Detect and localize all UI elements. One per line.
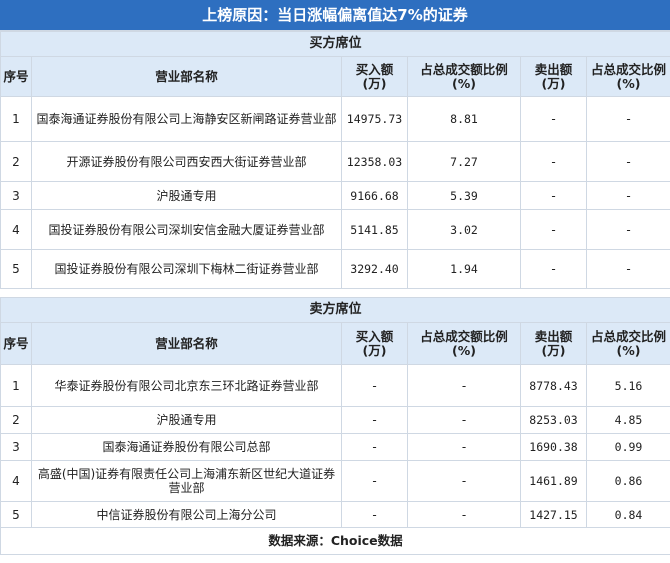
col-header-buy: 买入额(万) [341,56,408,97]
sell-amount: - [520,96,587,142]
buy-pct: 7.27 [407,141,521,182]
table-row: 2 沪股通专用 - - 8253.03 4.85 [0,406,670,434]
sell-pct: 5.16 [585,364,670,407]
broker-name: 国投证券股份有限公司深圳下梅林二街证券营业部 [31,249,342,289]
row-no: 2 [0,406,32,434]
sell-pct: 4.85 [585,406,670,434]
broker-name: 沪股通专用 [31,181,342,210]
broker-name: 沪股通专用 [31,406,342,434]
footer-row: 数据来源：Choice数据 [0,527,670,555]
row-no: 3 [0,181,32,210]
col-header-buy-pct: 占总成交额比例(%) [407,322,521,365]
table-row: 4 国投证券股份有限公司深圳安信金融大厦证券营业部 5141.85 3.02 -… [0,209,670,250]
col-header-no: 序号 [0,56,32,97]
table-row: 5 中信证券股份有限公司上海分公司 - - 1427.15 0.84 [0,501,670,528]
sell-column-header-row: 序号 营业部名称 买入额(万) 占总成交额比例(%) 卖出额(万) 占总成交比例… [0,322,670,365]
buy-section-header: 买方席位 [0,31,670,57]
buy-pct: - [407,501,521,528]
sell-amount: 8778.43 [520,364,587,407]
buy-amount: - [341,406,408,434]
sell-amount: - [520,181,587,210]
table-row: 4 高盛(中国)证券有限责任公司上海浦东新区世纪大道证券营业部 - - 1461… [0,460,670,502]
broker-name: 国投证券股份有限公司深圳安信金融大厦证券营业部 [31,209,342,250]
broker-name: 中信证券股份有限公司上海分公司 [31,501,342,528]
row-no: 2 [0,141,32,182]
col-header-sell-pct: 占总成交比例(%) [585,322,670,365]
sell-section-title: 卖方席位 [0,297,670,323]
sell-section-header: 卖方席位 [0,297,670,323]
broker-name: 国泰海通证券股份有限公司上海静安区新闸路证券营业部 [31,96,342,142]
sell-pct: - [585,141,670,182]
sell-amount: 8253.03 [520,406,587,434]
table-row: 3 沪股通专用 9166.68 5.39 - - [0,181,670,210]
data-source-note: 数据来源：Choice数据 [0,527,670,555]
col-header-sell: 卖出额(万) [520,322,587,365]
buy-amount: - [341,460,408,502]
sell-pct: - [585,209,670,250]
buy-seat-table: 买方席位 序号 营业部名称 买入额(万) 占总成交额比例(%) 卖出额(万) 占… [0,31,670,289]
col-header-sell-pct: 占总成交比例(%) [585,56,670,97]
sell-seat-table: 卖方席位 序号 营业部名称 买入额(万) 占总成交额比例(%) 卖出额(万) 占… [0,297,670,555]
buy-pct: 3.02 [407,209,521,250]
row-no: 4 [0,460,32,502]
sell-amount: - [520,141,587,182]
sell-pct: - [585,181,670,210]
table-row: 1 国泰海通证券股份有限公司上海静安区新闸路证券营业部 14975.73 8.8… [0,96,670,142]
broker-name: 高盛(中国)证券有限责任公司上海浦东新区世纪大道证券营业部 [31,460,342,502]
sell-amount: 1427.15 [520,501,587,528]
row-no: 3 [0,433,32,461]
table-row: 5 国投证券股份有限公司深圳下梅林二街证券营业部 3292.40 1.94 - … [0,249,670,289]
col-header-name: 营业部名称 [31,322,342,365]
broker-name: 国泰海通证券股份有限公司总部 [31,433,342,461]
table-row: 3 国泰海通证券股份有限公司总部 - - 1690.38 0.99 [0,433,670,461]
sell-pct: - [585,249,670,289]
buy-pct: 1.94 [407,249,521,289]
sell-pct: 0.99 [585,433,670,461]
buy-amount: 3292.40 [341,249,408,289]
buy-pct: 8.81 [407,96,521,142]
buy-amount: 12358.03 [341,141,408,182]
col-header-name: 营业部名称 [31,56,342,97]
col-header-no: 序号 [0,322,32,365]
col-header-sell: 卖出额(万) [520,56,587,97]
buy-amount: 5141.85 [341,209,408,250]
sell-amount: - [520,209,587,250]
buy-column-header-row: 序号 营业部名称 买入额(万) 占总成交额比例(%) 卖出额(万) 占总成交比例… [0,56,670,97]
buy-pct: 5.39 [407,181,521,210]
broker-name: 开源证券股份有限公司西安西大街证券营业部 [31,141,342,182]
col-header-buy-pct: 占总成交额比例(%) [407,56,521,97]
table-row: 2 开源证券股份有限公司西安西大街证券营业部 12358.03 7.27 - - [0,141,670,182]
row-no: 4 [0,209,32,250]
sell-pct: 0.86 [585,460,670,502]
buy-pct: - [407,406,521,434]
row-no: 5 [0,249,32,289]
buy-pct: - [407,364,521,407]
sell-amount: 1690.38 [520,433,587,461]
buy-amount: - [341,433,408,461]
buy-pct: - [407,460,521,502]
row-no: 5 [0,501,32,528]
sell-amount: 1461.89 [520,460,587,502]
sell-pct: 0.84 [585,501,670,528]
broker-name: 华泰证券股份有限公司北京东三环北路证券营业部 [31,364,342,407]
buy-pct: - [407,433,521,461]
table-row: 1 华泰证券股份有限公司北京东三环北路证券营业部 - - 8778.43 5.1… [0,364,670,407]
buy-amount: 9166.68 [341,181,408,210]
buy-amount: 14975.73 [341,96,408,142]
page-title: 上榜原因：当日涨幅偏离值达7%的证券 [0,0,670,31]
buy-amount: - [341,501,408,528]
row-no: 1 [0,96,32,142]
lhb-table-page: 上榜原因：当日涨幅偏离值达7%的证券 买方席位 序号 营业部名称 买入额(万) … [0,0,670,563]
row-no: 1 [0,364,32,407]
col-header-buy: 买入额(万) [341,322,408,365]
sell-amount: - [520,249,587,289]
sell-pct: - [585,96,670,142]
buy-amount: - [341,364,408,407]
buy-section-title: 买方席位 [0,31,670,57]
